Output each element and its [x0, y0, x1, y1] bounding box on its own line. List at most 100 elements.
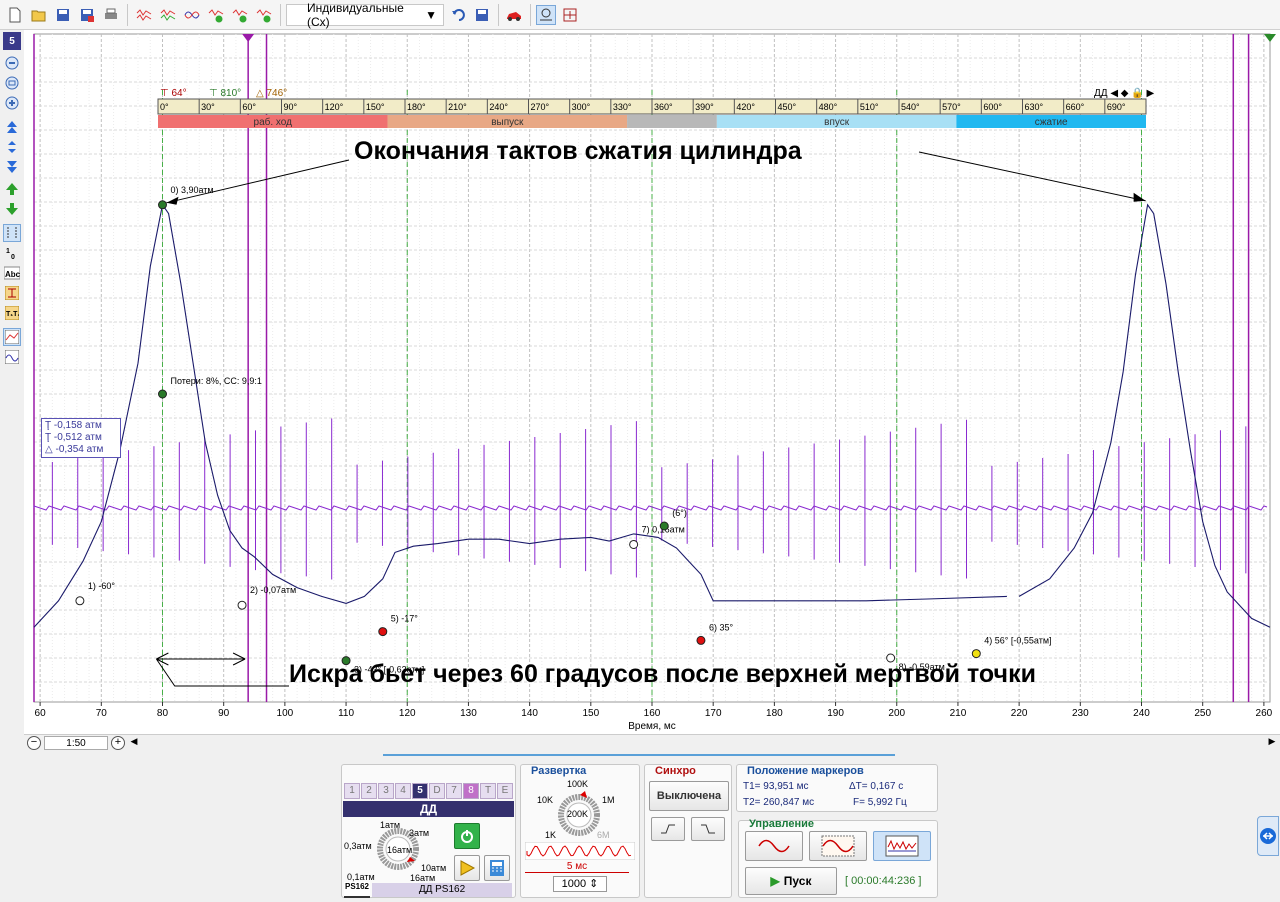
sensor-name[interactable]: ДД PS162: [372, 883, 512, 897]
horizontal-scrollbar[interactable]: − 1:50 + ◀ ▶: [24, 734, 1280, 750]
waveform-2-icon[interactable]: [254, 5, 274, 25]
channel-tab-2[interactable]: 2: [361, 783, 377, 799]
measure-icon[interactable]: [3, 284, 21, 302]
channel-tab-T[interactable]: T: [480, 783, 496, 799]
save-disk-icon[interactable]: [472, 5, 492, 25]
scroll-right-icon[interactable]: ▶: [1266, 736, 1278, 750]
power-button[interactable]: [454, 823, 480, 849]
arrow-up-icon[interactable]: [3, 180, 21, 198]
channel-tab-5[interactable]: 5: [412, 783, 428, 799]
scale-plus-button[interactable]: +: [111, 736, 125, 750]
single-mode-button[interactable]: [745, 831, 803, 861]
channel-badge[interactable]: 5: [3, 32, 21, 50]
marker-icon[interactable]: 10: [3, 244, 21, 262]
curve-point-label: 6) 35°: [709, 622, 734, 632]
zoom-out-icon[interactable]: [3, 54, 21, 72]
sweep-panel: Развертка 100K 10K 1M 200K 1K 6M 5 мс 10…: [520, 764, 640, 898]
undo-icon[interactable]: [449, 5, 469, 25]
x-tick-label: 190: [827, 708, 844, 719]
x-tick-label: 220: [1011, 708, 1028, 719]
scale-marker2: ⊤ 810°: [209, 88, 241, 99]
degree-tick-label: 300°: [572, 102, 591, 112]
stroke-phase-label: впуск: [824, 117, 850, 128]
curve-point: [75, 596, 85, 606]
print-icon[interactable]: [101, 5, 121, 25]
range-label-4: 0,1атм: [347, 872, 375, 882]
channel-tab-D[interactable]: D: [429, 783, 445, 799]
move-down-icon[interactable]: [3, 158, 21, 176]
waveform-multi-icon[interactable]: [158, 5, 178, 25]
degree-tick-label: 330°: [613, 102, 632, 112]
curve-point-label: 4) 56° [-0,55атм]: [984, 636, 1051, 646]
range-label-3: 0,3атм: [344, 841, 372, 851]
waveform-compare-icon[interactable]: [182, 5, 202, 25]
stroke-phase-label: сжатие: [1035, 117, 1068, 128]
scroll-left-icon[interactable]: ◀: [128, 736, 140, 750]
x-tick-label: 110: [338, 708, 354, 719]
curve-point: [237, 600, 247, 610]
waveform-1-icon[interactable]: [230, 5, 250, 25]
move-up-icon[interactable]: [3, 118, 21, 136]
degree-tick-label: 240°: [489, 102, 508, 112]
channel-tab-E[interactable]: E: [497, 783, 513, 799]
degree-tick-label: 360°: [654, 102, 673, 112]
sync-toggle-button[interactable]: Выключена: [649, 781, 729, 811]
oscillogram-chart[interactable]: 60 70 80 90 100 110 120 130 140 150 160 170 180 190 20…: [24, 30, 1280, 734]
calculator-icon[interactable]: [484, 855, 510, 881]
stroke-phase: [627, 115, 717, 128]
move-center-icon[interactable]: [3, 138, 21, 156]
chevron-down-icon: ▼: [425, 8, 437, 22]
save-as-icon[interactable]: [77, 5, 97, 25]
start-button[interactable]: ▶ Пуск: [745, 867, 837, 895]
time-markers-icon[interactable]: T₁T₂: [3, 304, 21, 322]
split-icon[interactable]: [560, 5, 580, 25]
view-mode-select[interactable]: Индивидуальные (Сх) ▼: [286, 1, 444, 29]
zoom-reset-icon[interactable]: [3, 74, 21, 92]
open-folder-icon[interactable]: [29, 5, 49, 25]
arrow-down-icon[interactable]: [3, 200, 21, 218]
x-tick-label: 60: [35, 708, 47, 719]
zoom-fit-icon[interactable]: [536, 5, 556, 25]
channel-tab-4[interactable]: 4: [395, 783, 411, 799]
play-button[interactable]: [454, 855, 480, 881]
x-tick-label: 150: [582, 708, 599, 719]
channel-name: ДД: [343, 801, 514, 817]
save-icon[interactable]: [53, 5, 73, 25]
curve-point: [157, 200, 167, 210]
falling-edge-button[interactable]: [691, 817, 725, 841]
rising-edge-button[interactable]: [651, 817, 685, 841]
x-tick-label: 180: [766, 708, 783, 719]
continuous-mode-button[interactable]: [873, 831, 931, 861]
x-tick-label: 260: [1256, 708, 1273, 719]
range-label-6: 16атм: [410, 873, 436, 883]
channel-tab-3[interactable]: 3: [378, 783, 394, 799]
channel-tab-8[interactable]: 8: [463, 783, 479, 799]
waveform-icon[interactable]: [134, 5, 154, 25]
sweep-time[interactable]: 5 мс: [525, 861, 629, 873]
cursor-icon[interactable]: [3, 224, 21, 242]
x-tick-label: 140: [521, 708, 538, 719]
points-input[interactable]: 1000 ⇕: [553, 876, 607, 892]
text-label-icon[interactable]: Abc: [3, 264, 21, 282]
waveform-ok-icon[interactable]: [206, 5, 226, 25]
auto-mode-button[interactable]: [809, 831, 867, 861]
zoom-in-icon[interactable]: [3, 94, 21, 112]
sensor-badge: PS162: [344, 882, 370, 898]
degree-tick-label: 600°: [983, 102, 1002, 112]
car-icon[interactable]: [504, 5, 524, 25]
svg-text:Abc: Abc: [5, 270, 20, 279]
scale-minus-button[interactable]: −: [27, 736, 41, 750]
channel-tab-7[interactable]: 7: [446, 783, 462, 799]
degree-tick-label: 450°: [778, 102, 797, 112]
panel-collapse-bar[interactable]: [383, 754, 895, 760]
new-file-icon[interactable]: [5, 5, 25, 25]
range-label-center: 16атм: [387, 845, 413, 855]
oscillogram-area[interactable]: 60 70 80 90 100 110 120 130 140 150 160 170 180 190 20…: [24, 30, 1280, 734]
side-panel-toggle[interactable]: [1257, 816, 1279, 856]
range-label-2: 3атм: [409, 828, 430, 838]
channel-tab-1[interactable]: 1: [344, 783, 360, 799]
degree-tick-label: 390°: [695, 102, 714, 112]
spectrum-icon[interactable]: [3, 348, 21, 366]
chart-view-icon[interactable]: [3, 328, 21, 346]
scale-value[interactable]: 1:50: [44, 736, 108, 750]
